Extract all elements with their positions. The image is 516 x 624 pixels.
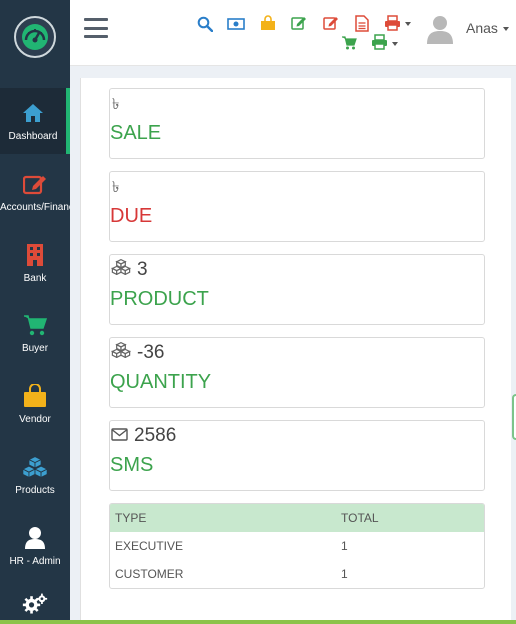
column-header-type: TYPE [115,511,147,525]
table-cell: 1 [341,539,348,553]
cubes-icon [22,455,48,479]
chevron-down-icon[interactable] [503,27,509,31]
shopping-bag-icon [22,383,48,408]
cart-icon[interactable] [340,35,358,51]
quantity-card: -36 QUANTITY [109,337,485,408]
column-header-total: TOTAL [341,511,379,525]
taka-icon: ৳ [112,179,120,196]
user-icon [22,526,48,550]
home-icon [20,101,46,125]
user-name[interactable]: Anas [466,20,498,36]
logo[interactable] [0,0,70,74]
card-label: SMS [110,454,154,476]
sidebar-item-accounts[interactable]: Accounts/Finance [0,159,70,225]
cart-icon [22,313,48,337]
building-icon [22,243,48,267]
card-value: 3 [137,259,148,280]
card-label: QUANTITY [110,371,212,393]
sale-card: ৳ SALE [109,88,485,159]
file-icon[interactable] [353,14,371,32]
print-dropdown-icon[interactable] [383,15,401,31]
edit-icon [22,172,48,196]
taka-icon: ৳ [112,96,120,113]
user-type-table: TYPE TOTAL EXECUTIVE 1 CUSTOMER 1 [109,503,485,589]
cubes-icon [111,341,131,364]
card-label: SALE [110,122,162,144]
edit-icon[interactable] [290,15,308,31]
card-label: DUE [110,205,153,227]
table-cell: 1 [341,567,348,581]
sidebar-item-vendor[interactable]: Vendor [0,371,70,437]
card-label: PRODUCT [110,288,209,310]
dashboard-content: ৳ SALE ৳ DUE 3 PRODUCT -36 QUANTITY 2586… [80,78,511,624]
due-card: ৳ DUE [109,171,485,242]
cubes-icon [111,258,131,281]
speedometer-icon [14,16,56,58]
sidebar-item-label: Buyer [21,342,49,354]
table-cell: EXECUTIVE [115,539,184,553]
envelope-icon [111,425,128,447]
table-cell: CUSTOMER [115,567,184,581]
side-panel-toggle[interactable] [512,394,516,440]
chevron-down-icon[interactable] [392,42,398,46]
sidebar-item-label: Bank [23,272,47,284]
gears-icon [22,592,48,616]
print-green-dropdown-icon[interactable] [370,34,388,50]
sms-card: 2586 SMS [109,420,485,491]
edit-red-icon[interactable] [322,15,340,31]
sidebar-item-bank[interactable]: Bank [0,230,70,296]
top-header: Anas [70,0,516,66]
avatar[interactable] [426,14,454,44]
table-row: EXECUTIVE 1 [110,532,484,560]
bottom-divider [0,620,516,624]
sidebar-item-products[interactable]: Products [0,442,70,508]
table-row: CUSTOMER 1 [110,560,484,588]
money-icon[interactable] [227,16,245,32]
search-icon[interactable] [196,16,214,32]
product-card: 3 PRODUCT [109,254,485,325]
shopping-bag-icon[interactable] [259,15,277,31]
menu-toggle-icon[interactable] [84,18,108,38]
table-header: TYPE TOTAL [110,504,484,532]
card-value: -36 [137,342,165,363]
sidebar-item-label: Accounts/Finance [0,201,70,213]
chevron-down-icon[interactable] [405,22,411,26]
sidebar-item-label: HR - Admin [9,555,61,567]
sidebar-item-label: Dashboard [8,130,58,142]
card-value: 2586 [134,425,177,446]
sidebar-item-buyer[interactable]: Buyer [0,300,70,366]
sidebar: Dashboard Accounts/Finance Bank Buyer Ve… [0,0,70,624]
sidebar-item-settings[interactable] [0,584,70,624]
sidebar-item-label: Products [15,484,55,496]
sidebar-item-label: Vendor [19,413,51,425]
sidebar-item-hr-admin[interactable]: HR - Admin [0,513,70,579]
sidebar-item-dashboard[interactable]: Dashboard [0,88,70,154]
